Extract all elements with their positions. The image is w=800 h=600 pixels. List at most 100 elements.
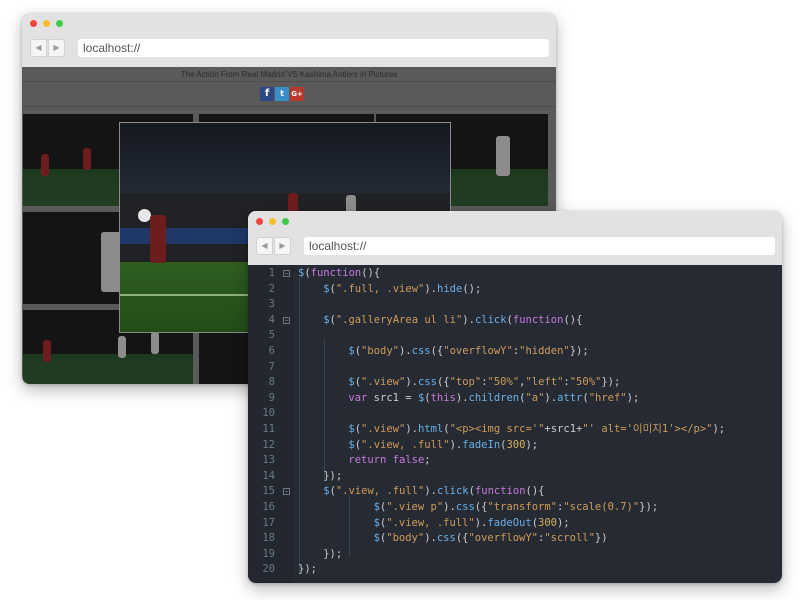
line-number: 17 [262,516,275,529]
code-token: }); [569,345,589,357]
code-token: css [417,376,437,389]
code-token: "left" [525,376,564,389]
code-token: }); [601,376,621,389]
line-number: 11 [262,423,275,435]
code-token: this [430,391,456,404]
code-token: }) [594,532,608,545]
address-bar[interactable]: localhost:// [78,39,549,57]
fold-toggle-icon[interactable]: − [283,488,290,496]
close-dot[interactable] [256,218,263,225]
code-line[interactable]: 19}); [248,547,782,563]
code-line[interactable]: 9 var src1 = $(this).children("a").attr("… [248,391,782,407]
back-arrow-icon[interactable]: ◀ [256,237,273,255]
code-text: }); [298,562,317,578]
line-number: 16 [262,501,275,513]
forward-arrow-icon[interactable]: ▶ [274,237,291,255]
code-text: var src1 = $(this).children("a").attr("h… [348,391,639,407]
fold-toggle-icon[interactable]: − [283,316,290,324]
address-bar[interactable]: localhost:// [304,237,775,255]
code-line[interactable]: 3 [248,297,782,313]
close-dot[interactable] [30,20,37,27]
code-token: ({ [436,376,450,389]
code-token: ); [556,516,570,529]
code-editor[interactable]: 1 − $(function(){2 $(".full, .view").hide()… [248,265,782,583]
code-token: src1 = [367,391,418,404]
gallery-caption: The Action From Real Madrid VS Kashima A… [180,70,398,79]
code-line[interactable]: 6 $("body").css({"overflowY":"hidden"}); [248,344,782,360]
minimize-dot[interactable] [269,218,276,225]
code-token: ). [462,313,475,326]
code-token: ".full, .view" [335,282,425,295]
code-line[interactable]: 1 − $(function(){ [248,266,782,282]
code-token: ). [405,376,418,389]
code-token: }); [323,469,343,482]
code-line[interactable]: 20}); [248,562,782,578]
code-text: }); [323,469,342,485]
forward-arrow-icon[interactable]: ▶ [48,39,65,57]
code-token: ; [424,454,431,467]
twitter-icon[interactable]: t [275,87,289,101]
code-text: $(".view").html("<p><img src='"+src1+"' … [348,422,725,438]
code-line[interactable]: 2 $(".full, .view").hide(); [248,282,782,298]
code-token: var [348,391,368,404]
code-token: (){ [563,313,583,326]
line-number: 14 [262,469,275,482]
code-line[interactable]: 14}); [248,469,782,485]
line-number: 18 [262,532,275,545]
code-token: ".view, .full" [361,438,450,451]
code-token: function [310,267,362,279]
code-token: (){ [361,267,381,279]
code-token: ({ [474,501,488,513]
code-token: ). [424,532,437,545]
code-token: (); [462,282,482,295]
code-token: ({ [455,532,469,545]
code-line[interactable]: 12 $(".view, .full").fadeIn(300); [248,438,782,454]
code-token: ); [712,423,726,435]
code-token: "scale(0.7)" [563,501,640,513]
code-text: $(".view").css({"top":"50%","left":"50%"… [348,375,620,391]
code-text: $(".galleryArea ul li").click(function()… [323,313,582,329]
code-token: ). [544,391,558,404]
code-token: ({ [430,345,444,357]
code-text: return false; [348,453,430,469]
code-token: ".view" [361,376,406,389]
code-token: ). [424,282,438,295]
code-token: ".galleryArea ul li" [335,313,463,326]
code-token: html [417,423,444,435]
code-token: "top" [449,376,482,389]
code-line[interactable]: 18 $("body").css({"overflowY":"scroll"}) [248,531,782,547]
code-token: ). [398,345,412,357]
maximize-dot[interactable] [282,218,289,225]
code-line[interactable]: 15− $(".view, .full").click(function(){ [248,484,782,500]
line-number: 6 [268,345,275,357]
minimize-dot[interactable] [43,20,50,27]
code-token: ); [525,438,539,451]
code-line[interactable]: 16 $(".view p").css({"transform":"scale(0… [248,500,782,516]
line-number: 7 [268,360,275,373]
code-line[interactable]: 11 $(".view").html("<p><img src='"+src1+"… [248,422,782,438]
code-line[interactable]: 7 [248,360,782,376]
code-line[interactable]: 4− $(".galleryArea ul li").click(function… [248,313,782,329]
code-token: ). [443,501,456,513]
code-token: "href" [588,391,627,404]
code-token: css [436,532,456,545]
line-number: 12 [262,438,275,451]
code-token: }); [323,547,343,560]
google-plus-icon[interactable]: G+ [290,87,304,101]
facebook-icon[interactable]: f [260,87,274,101]
fold-toggle-icon[interactable]: − [283,270,290,277]
maximize-dot[interactable] [56,20,63,27]
code-token: 300 [506,438,526,451]
code-line[interactable]: 5 [248,328,782,344]
code-token: ). [455,391,469,404]
back-arrow-icon[interactable]: ◀ [30,39,47,57]
code-line[interactable]: 13 return false; [248,453,782,469]
code-line[interactable]: 8 $(".view").css({"top":"50%","left":"50%… [248,375,782,391]
code-token: "50%" [487,376,520,389]
code-line[interactable]: 17 $(".view, .full").fadeOut(300); [248,516,782,532]
code-token: "a" [525,391,545,404]
code-token: false [392,454,425,467]
code-text: }); [323,547,342,563]
browser-window-code: ◀ ▶ localhost:// 1 − $(function(){2 $(".ful… [248,211,782,583]
code-line[interactable]: 10 [248,406,782,422]
